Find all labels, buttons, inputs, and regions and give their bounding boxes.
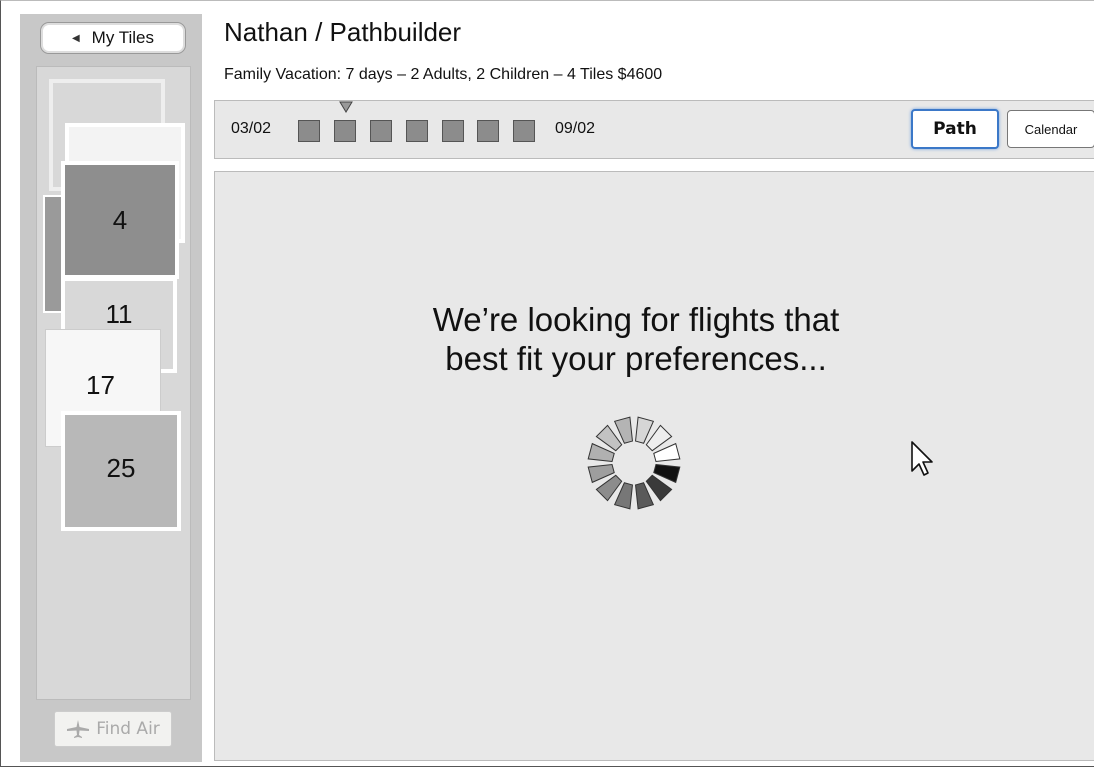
day-cell[interactable] (298, 120, 320, 142)
down-triangle-icon (339, 101, 353, 113)
mouse-pointer-icon (911, 441, 933, 476)
timeline-bar: 03/02 09/02 Path Calendar (214, 100, 1094, 159)
tile-card[interactable]: 4 (61, 161, 179, 279)
day-cell-selected[interactable] (334, 120, 356, 142)
calendar-view-button[interactable]: Calendar (1007, 110, 1094, 148)
tile-card[interactable]: 25 (61, 411, 181, 531)
start-date: 03/02 (231, 120, 272, 137)
trip-summary: Family Vacation: 7 days – 2 Adults, 2 Ch… (224, 66, 663, 83)
tile-number: 11 (105, 299, 133, 329)
loading-spinner-icon (587, 416, 681, 510)
loading-message-line: We’re looking for flights that (432, 301, 840, 338)
tile-number: 25 (106, 453, 136, 483)
day-cell[interactable] (406, 120, 428, 142)
loading-message-line: best fit your preferences... (445, 340, 827, 377)
end-date: 09/02 (555, 120, 596, 137)
tile-number: 17 (86, 370, 115, 400)
tile-stack: 4 11 17 25 (36, 66, 191, 700)
day-cell[interactable] (477, 120, 499, 142)
loading-message: We’re looking for flights that best fit … (215, 300, 1057, 378)
day-cell[interactable] (513, 120, 535, 142)
path-view-button[interactable]: Path (911, 109, 999, 149)
left-triangle-icon: ◀ (71, 32, 80, 44)
plane-icon (67, 720, 90, 738)
find-air-button[interactable]: Find Air (54, 711, 172, 747)
day-cell[interactable] (442, 120, 464, 142)
find-air-label: Find Air (96, 719, 160, 739)
results-panel: We’re looking for flights that best fit … (214, 171, 1094, 761)
my-tiles-button[interactable]: ◀ My Tiles (40, 22, 186, 54)
tile-number: 4 (112, 204, 128, 235)
my-tiles-label: My Tiles (91, 28, 155, 47)
page-title: Nathan / Pathbuilder (224, 17, 462, 47)
day-cell[interactable] (370, 120, 392, 142)
